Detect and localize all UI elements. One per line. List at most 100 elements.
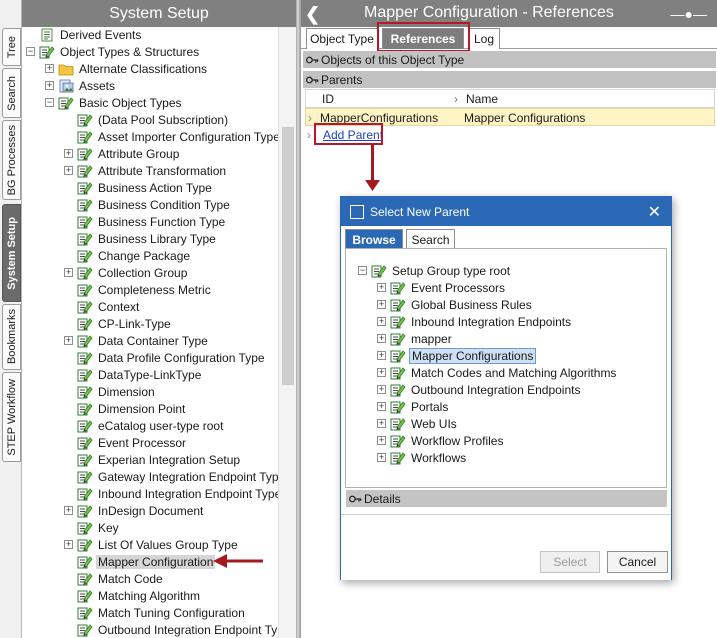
tree-item[interactable]: Event Processor	[64, 434, 188, 451]
tree-item-root[interactable]: − Setup Group type root	[358, 262, 512, 279]
expand-icon[interactable]: +	[377, 453, 386, 462]
tree-item[interactable]: + mapper	[377, 330, 454, 347]
tree-item[interactable]: DataType-LinkType	[64, 366, 203, 383]
tree-item[interactable]: (Data Pool Subscription)	[64, 111, 230, 128]
add-parent-link[interactable]: Add Parent	[323, 128, 383, 142]
vtab-system-setup[interactable]: System Setup	[2, 204, 21, 302]
tree-item[interactable]: Outbound Integration Endpoint Type	[64, 621, 278, 638]
collapse-icon[interactable]: −	[45, 98, 54, 107]
expand-icon[interactable]: +	[64, 149, 73, 158]
tree-item[interactable]: Data Profile Configuration Type	[64, 349, 267, 366]
expand-icon[interactable]: +	[377, 283, 386, 292]
expand-icon[interactable]: +	[377, 300, 386, 309]
expand-icon[interactable]: +	[64, 506, 73, 515]
tree-item[interactable]: + Collection Group	[64, 264, 189, 281]
tree-item[interactable]: + Outbound Integration Endpoints	[377, 381, 582, 398]
tree-item[interactable]: Dimension Point	[64, 400, 187, 417]
tree-item[interactable]: Match Tuning Configuration	[64, 604, 247, 621]
tree-item[interactable]: Gateway Integration Endpoint Type	[64, 468, 278, 485]
tree-item[interactable]: + Attribute Transformation	[64, 162, 228, 179]
tree-item[interactable]: Change Package	[64, 247, 192, 264]
column-header-name[interactable]: Name	[466, 92, 498, 106]
tab-log[interactable]: Log	[468, 28, 500, 49]
tree-item[interactable]: + Portals	[377, 398, 450, 415]
tree-item[interactable]: + Inbound Integration Endpoints	[377, 313, 573, 330]
parents-section[interactable]: Parents	[303, 71, 716, 88]
column-header-id[interactable]: ID	[322, 92, 334, 106]
vtab-bg-processes[interactable]: BG Processes	[2, 120, 21, 200]
object-type-icon	[77, 282, 93, 298]
expand-icon[interactable]: +	[64, 540, 73, 549]
pin-icon[interactable]: —●—	[671, 6, 707, 22]
tree-item[interactable]: Business Action Type	[64, 179, 214, 196]
expand-icon[interactable]: +	[377, 351, 386, 360]
back-arrow-icon[interactable]: ❮	[305, 4, 320, 25]
tree-item-label: Web UIs	[411, 416, 457, 431]
expand-icon[interactable]: +	[64, 166, 73, 175]
tree-item[interactable]: Derived Events	[26, 27, 143, 43]
collapse-icon[interactable]: −	[26, 47, 35, 56]
row-id-cell[interactable]: MapperConfigurations	[320, 111, 438, 125]
tree-item[interactable]: eCatalog user-type root	[64, 417, 225, 434]
tree-item[interactable]: + Workflows	[377, 449, 468, 466]
tree-item[interactable]: Experian Integration Setup	[64, 451, 242, 468]
tree-item[interactable]: Completeness Metric	[64, 281, 213, 298]
tree-item[interactable]: Business Function Type	[64, 213, 227, 230]
tree-item[interactable]: Mapper Configuration	[64, 553, 216, 570]
table-row[interactable]: › MapperConfigurations Mapper Configurat…	[305, 108, 715, 126]
close-icon[interactable]: ✕	[648, 202, 661, 222]
tree-item[interactable]: + Alternate Classifications	[45, 60, 209, 77]
tree-item[interactable]: + List Of Values Group Type	[64, 536, 240, 553]
tree-item[interactable]: Context	[64, 298, 141, 315]
tree-item[interactable]: − Object Types & Structures	[26, 43, 201, 60]
tree-item[interactable]: + Match Codes and Matching Algorithms	[377, 364, 618, 381]
expand-icon[interactable]: +	[377, 402, 386, 411]
expand-icon[interactable]: +	[377, 385, 386, 394]
tree-item[interactable]: CP-Link-Type	[64, 315, 173, 332]
tab-object-type[interactable]: Object Type	[306, 28, 378, 49]
tree-item[interactable]: + Workflow Profiles	[377, 432, 505, 449]
vtab-tree[interactable]: Tree	[2, 28, 21, 66]
scrollbar-thumb[interactable]	[282, 127, 294, 385]
row-name-cell[interactable]: Mapper Configurations	[464, 111, 585, 125]
tree-item[interactable]: Dimension	[64, 383, 157, 400]
tree-item[interactable]: − Basic Object Types	[45, 94, 184, 111]
expand-icon[interactable]: +	[45, 81, 54, 90]
expand-icon[interactable]: +	[45, 64, 54, 73]
tree-item[interactable]: Asset Importer Configuration Type	[64, 128, 278, 145]
details-section[interactable]: Details	[346, 490, 667, 507]
collapse-icon[interactable]: −	[358, 266, 367, 275]
tree-item[interactable]: Matching Algorithm	[64, 587, 202, 604]
tree-item[interactable]: + Global Business Rules	[377, 296, 534, 313]
object-type-icon	[77, 486, 93, 502]
tab-browse[interactable]: Browse	[345, 229, 403, 249]
tree-item[interactable]: Key	[64, 519, 121, 536]
expand-icon[interactable]: +	[377, 436, 386, 445]
tree-item[interactable]: + Event Processors	[377, 279, 507, 296]
tree-item[interactable]: + Mapper Configurations	[377, 347, 537, 364]
tab-search[interactable]: Search	[406, 229, 455, 249]
expand-icon[interactable]: +	[64, 336, 73, 345]
tree-scrollbar[interactable]	[278, 27, 296, 638]
tree-item[interactable]: Business Library Type	[64, 230, 218, 247]
expand-icon[interactable]: +	[377, 334, 386, 343]
tree-item[interactable]: + Assets	[45, 77, 117, 94]
objects-of-type-section[interactable]: Objects of this Object Type	[303, 51, 716, 68]
vtab-step-workflow[interactable]: STEP Workflow	[2, 372, 21, 462]
tree-item[interactable]: + Attribute Group	[64, 145, 181, 162]
expand-icon[interactable]: +	[64, 268, 73, 277]
tree-item[interactable]: + Web UIs	[377, 415, 459, 432]
tab-references[interactable]: References	[382, 28, 464, 49]
expand-icon[interactable]: +	[377, 317, 386, 326]
tree-item[interactable]: Business Condition Type	[64, 196, 232, 213]
tree-item[interactable]: Match Code	[64, 570, 165, 587]
tree-item[interactable]: + Data Container Type	[64, 332, 210, 349]
expand-icon[interactable]: +	[377, 368, 386, 377]
expand-icon[interactable]: +	[377, 419, 386, 428]
vtab-bookmarks[interactable]: Bookmarks	[2, 304, 21, 370]
vtab-search[interactable]: Search	[2, 68, 21, 118]
tree-item[interactable]: Inbound Integration Endpoint Type	[64, 485, 278, 502]
tree-item[interactable]: + InDesign Document	[64, 502, 205, 519]
cancel-button[interactable]: Cancel	[607, 551, 668, 573]
select-button[interactable]: Select	[540, 551, 600, 573]
